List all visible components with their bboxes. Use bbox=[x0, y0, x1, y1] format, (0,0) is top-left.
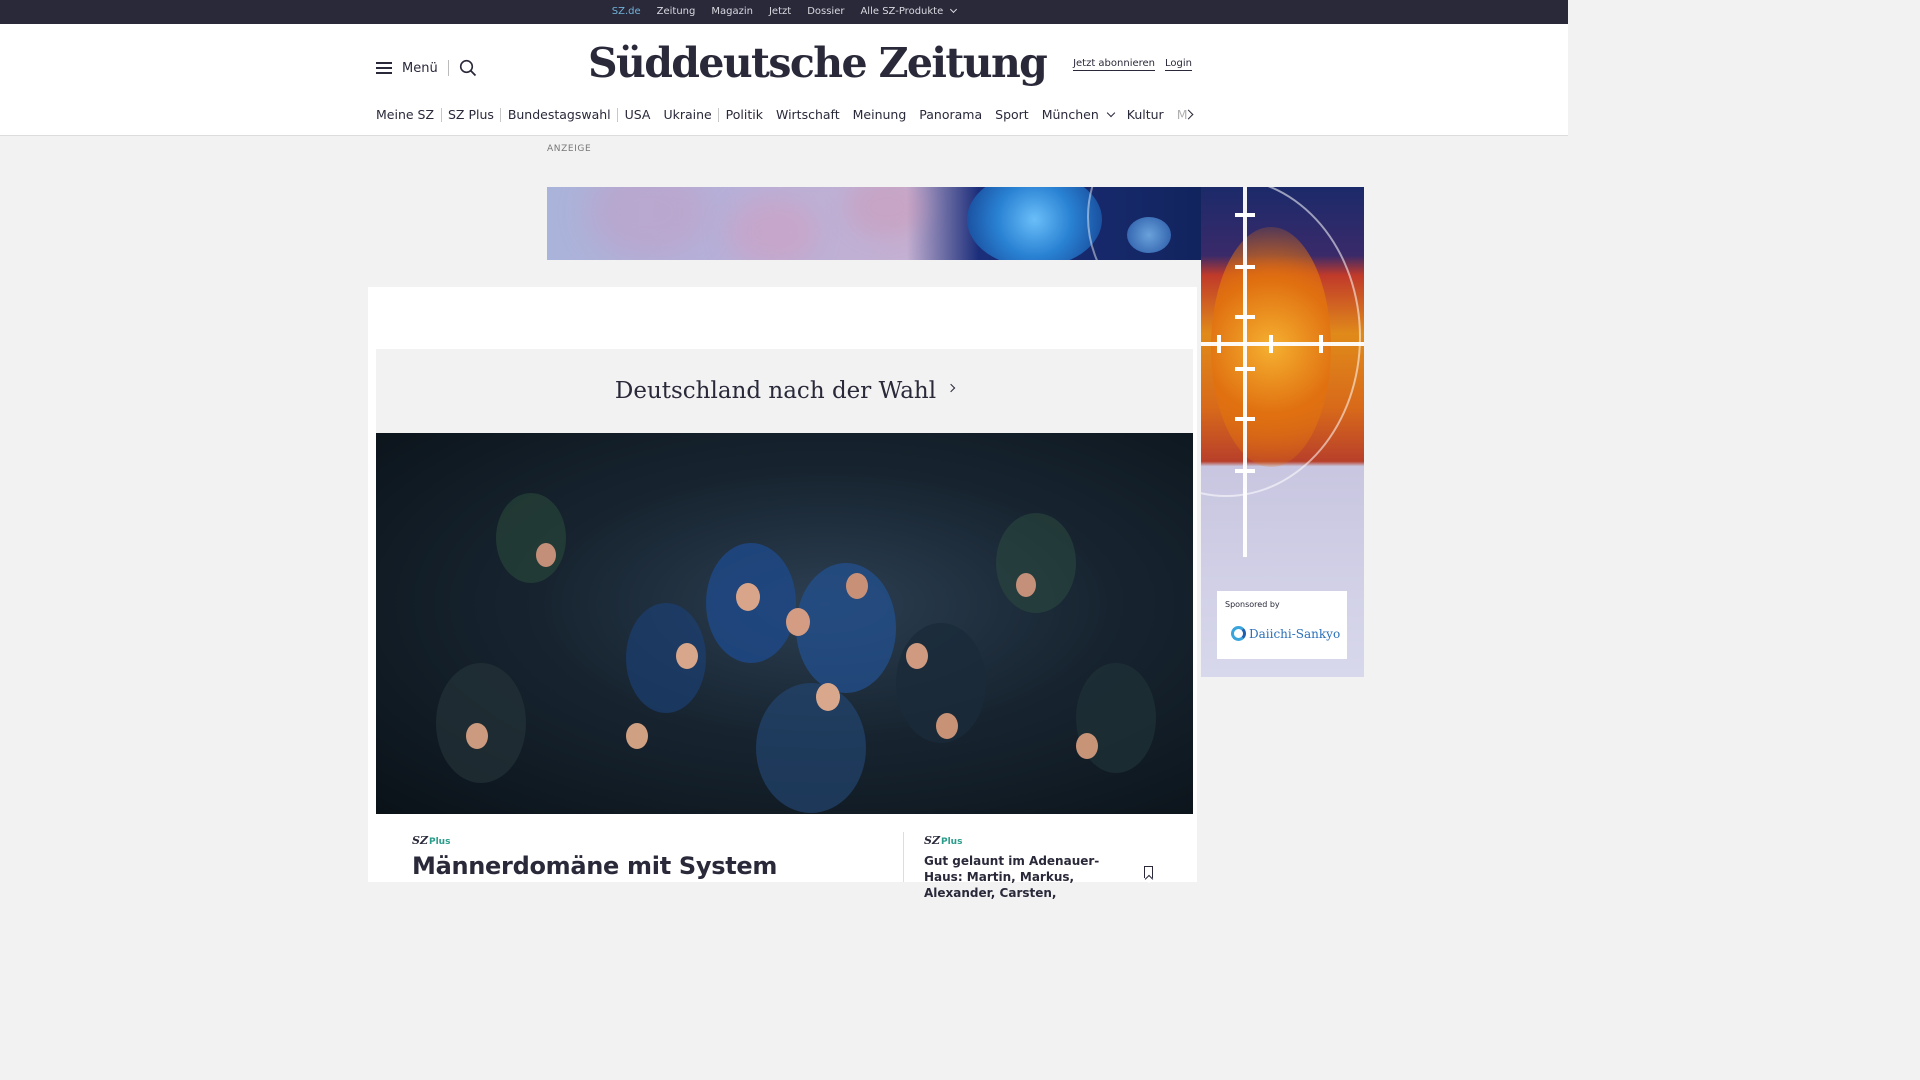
nav-item-ukraine[interactable]: Ukraine bbox=[657, 104, 718, 126]
sz-plus-badge-plus: Plus bbox=[940, 837, 963, 847]
nav-item-meinung[interactable]: Meinung bbox=[846, 104, 913, 126]
nav-item-panorama[interactable]: Panorama bbox=[913, 104, 989, 126]
sz-plus-badge-sz: SZ bbox=[924, 834, 940, 847]
lead-headline[interactable]: Männerdomäne mit System bbox=[412, 852, 777, 880]
nav-item-kultur[interactable]: Kultur bbox=[1120, 104, 1170, 126]
nav-item-muenchen-label: München bbox=[1041, 107, 1099, 122]
nav-item-usa[interactable]: USA bbox=[618, 104, 657, 126]
chevron-down-icon bbox=[1106, 108, 1115, 118]
sz-plus-badge-plus: Plus bbox=[428, 837, 451, 847]
ad-banner-image[interactable] bbox=[547, 187, 1201, 260]
nav-item-sz-plus[interactable]: SZ Plus bbox=[441, 104, 500, 126]
sponsor-logo: Daiichi-Sankyo bbox=[1231, 626, 1340, 641]
sponsor-mark-icon bbox=[1231, 626, 1246, 641]
main-nav: Meine SZ SZ Plus Bundestagswahl USA Ukra… bbox=[376, 104, 1194, 126]
chevron-down-icon bbox=[950, 5, 958, 14]
nav-item-muenchen[interactable]: München bbox=[1035, 104, 1120, 126]
nav-item-politik[interactable]: Politik bbox=[719, 104, 769, 126]
ad-label: ANZEIGE bbox=[547, 144, 592, 154]
nav-item-wirtschaft[interactable]: Wirtschaft bbox=[769, 104, 846, 126]
account-links: Jetzt abonnieren Login bbox=[1073, 58, 1192, 71]
bookmark-icon[interactable] bbox=[1144, 866, 1153, 878]
nav-item-bundestagswahl[interactable]: Bundestagswahl bbox=[501, 104, 617, 126]
nav-item-meine-sz[interactable]: Meine SZ bbox=[376, 104, 441, 126]
sz-plus-badge: SZ Plus bbox=[412, 834, 450, 847]
chevron-right-icon[interactable] bbox=[1183, 108, 1196, 122]
chevron-right-icon bbox=[946, 383, 956, 393]
card-divider bbox=[903, 832, 904, 882]
nav-item-sport[interactable]: Sport bbox=[989, 104, 1036, 126]
sponsor-box[interactable]: Sponsored by Daiichi-Sankyo bbox=[1217, 591, 1347, 659]
dossier-title: Deutschland nach der Wahl bbox=[614, 378, 937, 404]
subscribe-link[interactable]: Jetzt abonnieren bbox=[1073, 58, 1156, 71]
side-headline[interactable]: Gut gelaunt im Adenauer-Haus: Martin, Ma… bbox=[924, 853, 1134, 901]
product-link-sz-de[interactable]: SZ.de bbox=[612, 0, 641, 29]
header-divider bbox=[448, 60, 449, 76]
product-link-zeitung[interactable]: Zeitung bbox=[657, 0, 696, 24]
login-link[interactable]: Login bbox=[1165, 58, 1192, 71]
sz-plus-badge: SZ Plus bbox=[924, 834, 962, 847]
product-link-dossier[interactable]: Dossier bbox=[807, 0, 844, 24]
menu-label: Menü bbox=[402, 60, 438, 76]
all-products-dropdown[interactable]: Alle SZ-Produkte bbox=[860, 0, 958, 24]
site-header: Menü Süddeutsche Zeitung Jetzt abonniere… bbox=[0, 24, 1568, 136]
all-products-label: Alle SZ-Produkte bbox=[860, 6, 944, 17]
lead-teaser-card[interactable]: SZ Plus Männerdomäne mit System SZ Plus Gu… bbox=[392, 814, 1176, 900]
product-bar: SZ.de Zeitung Magazin Jetzt Dossier Alle… bbox=[0, 0, 1568, 29]
lead-article-photo[interactable] bbox=[376, 433, 1193, 814]
site-logo[interactable]: Süddeutsche Zeitung bbox=[588, 38, 1048, 88]
sz-plus-badge-sz: SZ bbox=[412, 834, 428, 847]
menu-button[interactable]: Menü bbox=[376, 58, 438, 78]
sponsor-name: Daiichi-Sankyo bbox=[1249, 626, 1341, 641]
product-link-jetzt[interactable]: Jetzt bbox=[769, 0, 791, 24]
product-link-magazin[interactable]: Magazin bbox=[711, 0, 753, 24]
dossier-header[interactable]: Deutschland nach der Wahl bbox=[376, 349, 1193, 433]
hamburger-icon bbox=[376, 62, 392, 74]
sponsored-by-label: Sponsored by bbox=[1225, 600, 1280, 609]
search-icon[interactable] bbox=[459, 59, 477, 77]
